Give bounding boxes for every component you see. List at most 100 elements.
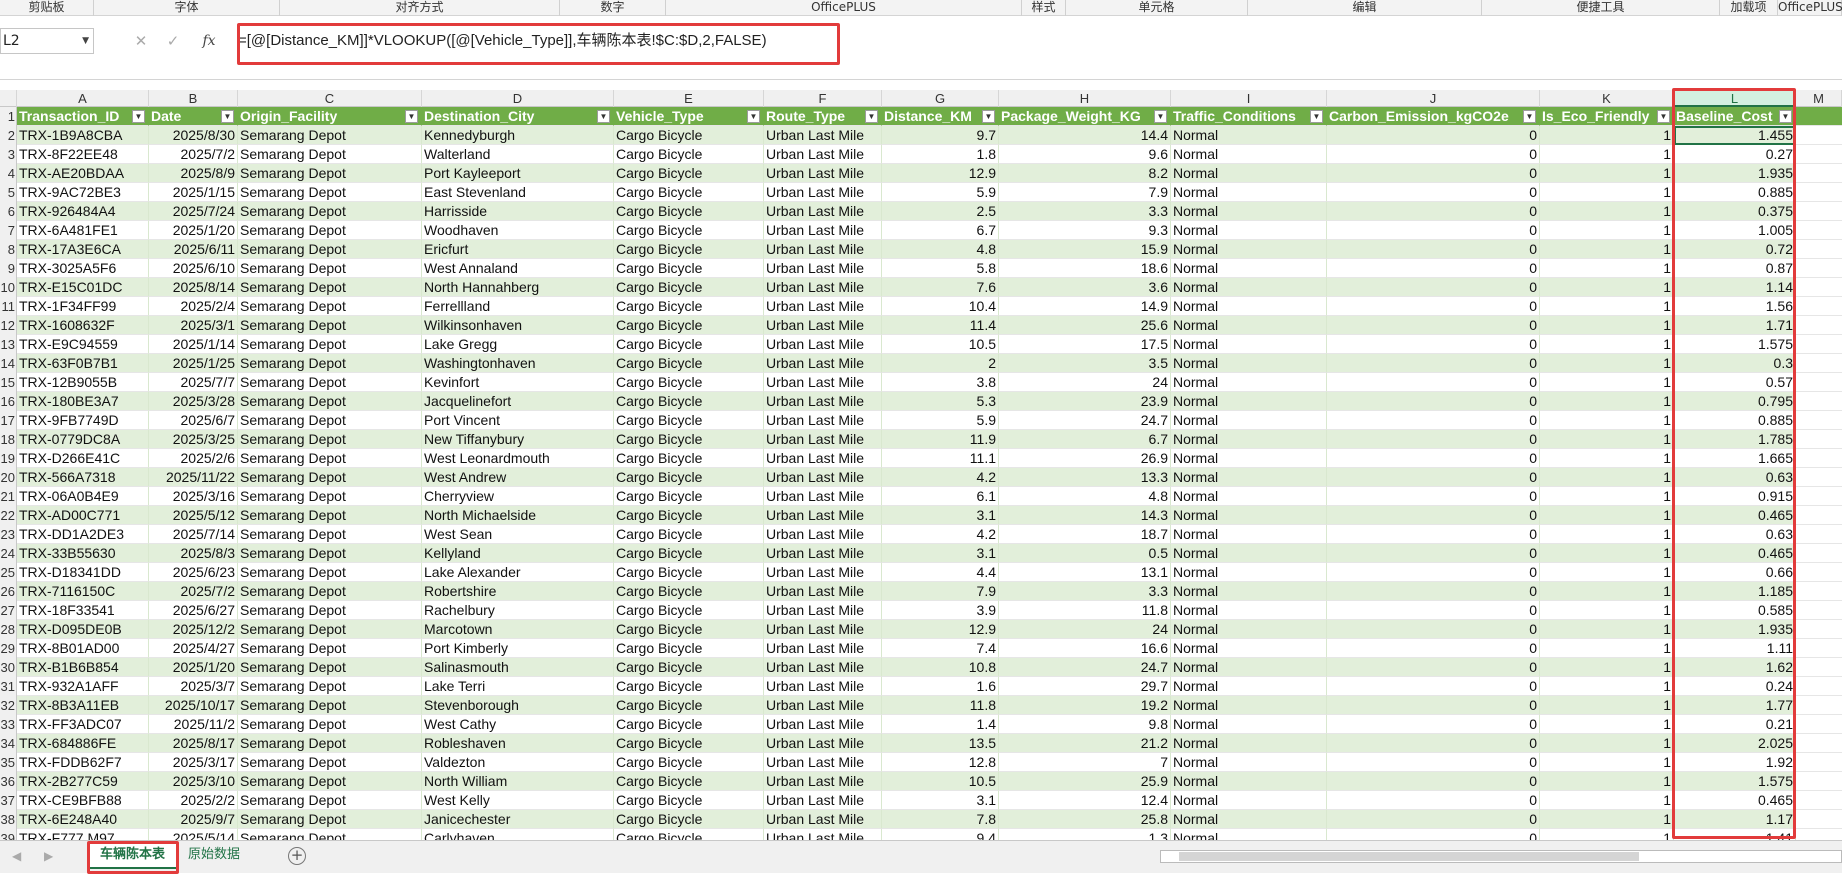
table-cell[interactable]: Ericfurt: [422, 240, 614, 259]
row-number[interactable]: 22: [0, 506, 17, 525]
table-cell[interactable]: Normal: [1171, 582, 1327, 601]
table-cell[interactable]: 11.4: [882, 316, 999, 335]
table-cell[interactable]: Urban Last Mile: [764, 525, 882, 544]
table-cell[interactable]: Normal: [1171, 411, 1327, 430]
table-cell[interactable]: Salinasmouth: [422, 658, 614, 677]
table-cell[interactable]: West Sean: [422, 525, 614, 544]
table-cell[interactable]: 4.4: [882, 563, 999, 582]
table-cell[interactable]: TRX-3025A5F6: [17, 259, 149, 278]
table-cell[interactable]: Urban Last Mile: [764, 772, 882, 791]
table-cell[interactable]: Normal: [1171, 202, 1327, 221]
table-cell[interactable]: Normal: [1171, 126, 1327, 145]
table-cell[interactable]: 1: [1540, 639, 1674, 658]
row-number[interactable]: 38: [0, 810, 17, 829]
table-cell[interactable]: Cargo Bicycle: [614, 335, 764, 354]
table-cell[interactable]: Cargo Bicycle: [614, 373, 764, 392]
table-cell[interactable]: 0: [1327, 183, 1540, 202]
table-cell[interactable]: Normal: [1171, 791, 1327, 810]
table-cell[interactable]: 0: [1327, 373, 1540, 392]
row-number[interactable]: 29: [0, 639, 17, 658]
table-cell[interactable]: Kellyland: [422, 544, 614, 563]
table-cell[interactable]: 2025/6/10: [149, 259, 238, 278]
table-cell[interactable]: 1: [1540, 772, 1674, 791]
table-cell[interactable]: Cargo Bicycle: [614, 563, 764, 582]
table-cell[interactable]: 1: [1540, 715, 1674, 734]
table-cell[interactable]: Cargo Bicycle: [614, 829, 764, 840]
table-cell[interactable]: Urban Last Mile: [764, 544, 882, 563]
filter-dropdown-icon[interactable]: ▼: [1154, 110, 1167, 123]
filter-dropdown-icon[interactable]: ▼: [132, 110, 145, 123]
empty-cell[interactable]: [1796, 544, 1842, 563]
table-cell[interactable]: Cargo Bicycle: [614, 183, 764, 202]
table-cell[interactable]: Normal: [1171, 525, 1327, 544]
table-cell[interactable]: Normal: [1171, 373, 1327, 392]
table-cell[interactable]: 1: [1540, 677, 1674, 696]
table-cell[interactable]: Urban Last Mile: [764, 183, 882, 202]
table-cell[interactable]: 3.3: [999, 202, 1171, 221]
row-number[interactable]: 39: [0, 829, 17, 840]
table-cell[interactable]: 2025/7/14: [149, 525, 238, 544]
tab-raw-data[interactable]: 原始数据: [176, 841, 252, 869]
table-cell[interactable]: 0.57: [1674, 373, 1796, 392]
table-cell[interactable]: 13.5: [882, 734, 999, 753]
row-number[interactable]: 14: [0, 354, 17, 373]
table-cell[interactable]: Lake Gregg: [422, 335, 614, 354]
table-cell[interactable]: Urban Last Mile: [764, 487, 882, 506]
column-title[interactable]: Carbon_Emission_kgCO2e ▼: [1327, 107, 1540, 126]
table-cell[interactable]: 3.8: [882, 373, 999, 392]
row-number[interactable]: 5: [0, 183, 17, 202]
table-cell[interactable]: 21.2: [999, 734, 1171, 753]
table-cell[interactable]: 0: [1327, 791, 1540, 810]
table-cell[interactable]: 1: [1540, 145, 1674, 164]
table-cell[interactable]: Urban Last Mile: [764, 582, 882, 601]
table-cell[interactable]: 1.455: [1674, 126, 1796, 145]
table-cell[interactable]: 24.7: [999, 658, 1171, 677]
table-cell[interactable]: Urban Last Mile: [764, 354, 882, 373]
column-header-h[interactable]: H: [999, 90, 1171, 107]
table-cell[interactable]: 1: [1540, 411, 1674, 430]
table-cell[interactable]: 2025/1/14: [149, 335, 238, 354]
empty-cell[interactable]: [1796, 563, 1842, 582]
table-cell[interactable]: 4.2: [882, 525, 999, 544]
table-cell[interactable]: Semarang Depot: [238, 487, 422, 506]
table-cell[interactable]: 9.7: [882, 126, 999, 145]
table-cell[interactable]: 11.8: [882, 696, 999, 715]
scrollbar-thumb[interactable]: [1179, 852, 1639, 861]
table-cell[interactable]: 8.2: [999, 164, 1171, 183]
table-cell[interactable]: 0: [1327, 677, 1540, 696]
table-cell[interactable]: 5.9: [882, 411, 999, 430]
table-cell[interactable]: TRX-D266E41C: [17, 449, 149, 468]
table-cell[interactable]: Cargo Bicycle: [614, 297, 764, 316]
empty-cell[interactable]: [1796, 240, 1842, 259]
table-cell[interactable]: Semarang Depot: [238, 715, 422, 734]
table-cell[interactable]: 7.9: [882, 582, 999, 601]
row-number[interactable]: 21: [0, 487, 17, 506]
table-cell[interactable]: Semarang Depot: [238, 145, 422, 164]
table-cell[interactable]: 2025/5/14: [149, 829, 238, 840]
table-cell[interactable]: Urban Last Mile: [764, 316, 882, 335]
table-cell[interactable]: Urban Last Mile: [764, 240, 882, 259]
table-cell[interactable]: 1: [1540, 601, 1674, 620]
table-cell[interactable]: 0: [1327, 202, 1540, 221]
empty-cell[interactable]: [1796, 202, 1842, 221]
table-cell[interactable]: Cargo Bicycle: [614, 278, 764, 297]
table-cell[interactable]: West Kelly: [422, 791, 614, 810]
column-header-j[interactable]: J: [1327, 90, 1540, 107]
empty-cell[interactable]: [1796, 335, 1842, 354]
table-cell[interactable]: Cargo Bicycle: [614, 449, 764, 468]
table-cell[interactable]: 2025/7/24: [149, 202, 238, 221]
table-cell[interactable]: 0.585: [1674, 601, 1796, 620]
row-number[interactable]: 2: [0, 126, 17, 145]
table-cell[interactable]: TRX-B1B6B854: [17, 658, 149, 677]
table-cell[interactable]: Cargo Bicycle: [614, 392, 764, 411]
empty-cell[interactable]: [1796, 791, 1842, 810]
table-cell[interactable]: Normal: [1171, 810, 1327, 829]
table-cell[interactable]: 26.9: [999, 449, 1171, 468]
table-cell[interactable]: Semarang Depot: [238, 582, 422, 601]
table-cell[interactable]: Cargo Bicycle: [614, 525, 764, 544]
table-cell[interactable]: 1.935: [1674, 620, 1796, 639]
column-header-c[interactable]: C: [238, 90, 422, 107]
table-cell[interactable]: 1: [1540, 563, 1674, 582]
table-cell[interactable]: 1: [1540, 696, 1674, 715]
table-cell[interactable]: 1.17: [1674, 810, 1796, 829]
